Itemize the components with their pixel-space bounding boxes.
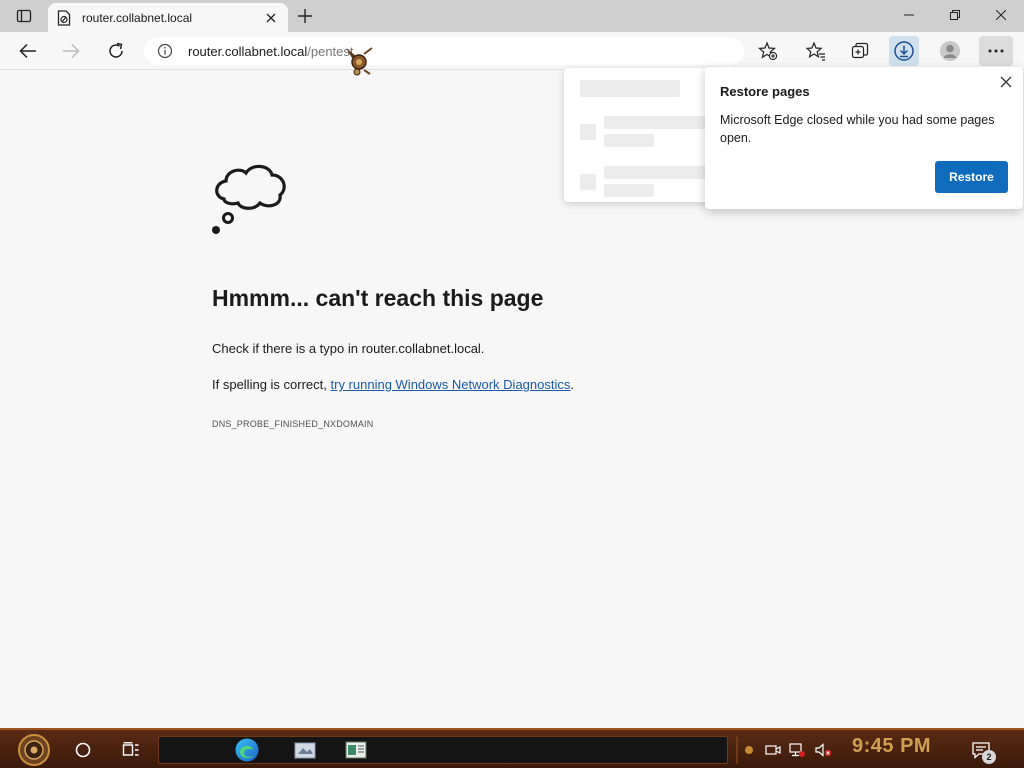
- taskbar-edge-button[interactable]: [228, 733, 266, 767]
- search-button[interactable]: [70, 733, 96, 767]
- diagnostics-suffix: .: [570, 377, 574, 392]
- popup-message: Microsoft Edge closed while you had some…: [720, 113, 995, 145]
- taskbar-clock[interactable]: 9:45 PM: [852, 735, 931, 758]
- mouse-cursor-icon: [346, 47, 373, 76]
- minimize-icon: [904, 14, 914, 16]
- task-view-icon: [122, 742, 139, 756]
- popup-title: Restore pages: [720, 84, 810, 99]
- restore-pages-popup: Restore pages Microsoft Edge closed whil…: [705, 67, 1023, 209]
- settings-more-button[interactable]: [979, 36, 1013, 66]
- tab-actions-button[interactable]: [6, 4, 42, 28]
- site-info-icon[interactable]: [156, 42, 174, 60]
- add-favorite-button[interactable]: [753, 36, 783, 66]
- start-orb-icon: [18, 734, 50, 766]
- tab-strip: router.collabnet.local: [0, 0, 1024, 32]
- taskbar-app-button[interactable]: [290, 733, 320, 767]
- app-document-icon: [345, 741, 367, 759]
- taskbar-divider: [736, 736, 738, 764]
- search-circle-icon: [75, 742, 91, 758]
- loading-placeholder-card: [564, 68, 714, 202]
- error-title: Hmmm... can't reach this page: [212, 285, 544, 311]
- collections-button[interactable]: [845, 36, 875, 66]
- tray-volume-icon[interactable]: [812, 733, 834, 767]
- task-view-button[interactable]: [117, 733, 145, 767]
- typo-hint: Check if there is a typo in router.colla…: [212, 341, 485, 356]
- forward-arrow-icon: [63, 43, 80, 59]
- url-text: router.collabnet.local/pentest: [188, 44, 354, 59]
- taskbar: 9:45 PM 2: [0, 728, 1024, 768]
- tab-active[interactable]: router.collabnet.local: [48, 3, 288, 32]
- favorites-icon: [806, 41, 825, 61]
- diagnostics-prefix: If spelling is correct,: [212, 377, 331, 392]
- star-add-icon: [758, 41, 778, 61]
- placeholder-square: [580, 174, 596, 190]
- edge-icon: [235, 738, 259, 762]
- popup-close-icon[interactable]: [997, 73, 1015, 91]
- plus-icon: [298, 9, 312, 23]
- download-icon: [894, 41, 914, 61]
- back-button[interactable]: [13, 36, 43, 66]
- close-icon: [996, 10, 1006, 20]
- downloads-button[interactable]: [889, 36, 919, 66]
- collections-icon: [851, 42, 869, 59]
- page-favicon-icon: [56, 9, 72, 26]
- tab-title: router.collabnet.local: [82, 10, 193, 25]
- forward-button[interactable]: [56, 36, 86, 66]
- address-bar[interactable]: router.collabnet.local/pentest: [144, 37, 744, 65]
- minimize-button[interactable]: [886, 0, 932, 30]
- refresh-button[interactable]: [101, 36, 131, 66]
- diagnostics-hint: If spelling is correct, try running Wind…: [212, 377, 574, 392]
- url-host: router.collabnet.local: [188, 43, 308, 59]
- tab-close-icon[interactable]: [262, 9, 280, 27]
- placeholder-square: [580, 124, 596, 140]
- refresh-icon: [109, 42, 123, 58]
- tab-actions-icon: [16, 9, 32, 23]
- error-code: DNS_PROBE_FINISHED_NXDOMAIN: [212, 419, 374, 429]
- browser-toolbar: router.collabnet.local/pentest: [0, 32, 1024, 70]
- placeholder-bar: [604, 116, 708, 129]
- window-controls: [886, 0, 1024, 30]
- tray-meet-icon[interactable]: [763, 733, 783, 767]
- placeholder-bar: [604, 184, 654, 197]
- tray-network-icon[interactable]: [787, 733, 807, 767]
- placeholder-bar: [604, 134, 654, 147]
- notification-count-badge: 2: [982, 750, 996, 764]
- placeholder-bar: [580, 80, 680, 97]
- restore-window-icon: [950, 10, 960, 20]
- tray-app-icon[interactable]: [742, 733, 756, 767]
- profile-button[interactable]: [935, 36, 965, 66]
- close-window-button[interactable]: [978, 0, 1024, 30]
- more-dots-icon: [988, 49, 1004, 53]
- new-tab-button[interactable]: [292, 4, 318, 28]
- app-window-icon: [294, 742, 316, 759]
- back-arrow-icon: [19, 43, 36, 59]
- favorites-button[interactable]: [801, 36, 831, 66]
- restore-window-button[interactable]: [932, 0, 978, 30]
- network-diagnostics-link[interactable]: try running Windows Network Diagnostics: [331, 377, 571, 392]
- avatar-icon: [940, 41, 960, 61]
- restore-button[interactable]: Restore: [935, 161, 1008, 193]
- taskbar-app-button[interactable]: [342, 733, 370, 767]
- screen: router.collabnet.local router.collabnet.…: [0, 0, 1024, 768]
- start-button[interactable]: [10, 733, 58, 767]
- placeholder-bar: [604, 166, 708, 179]
- thought-bubble-icon: [212, 164, 286, 234]
